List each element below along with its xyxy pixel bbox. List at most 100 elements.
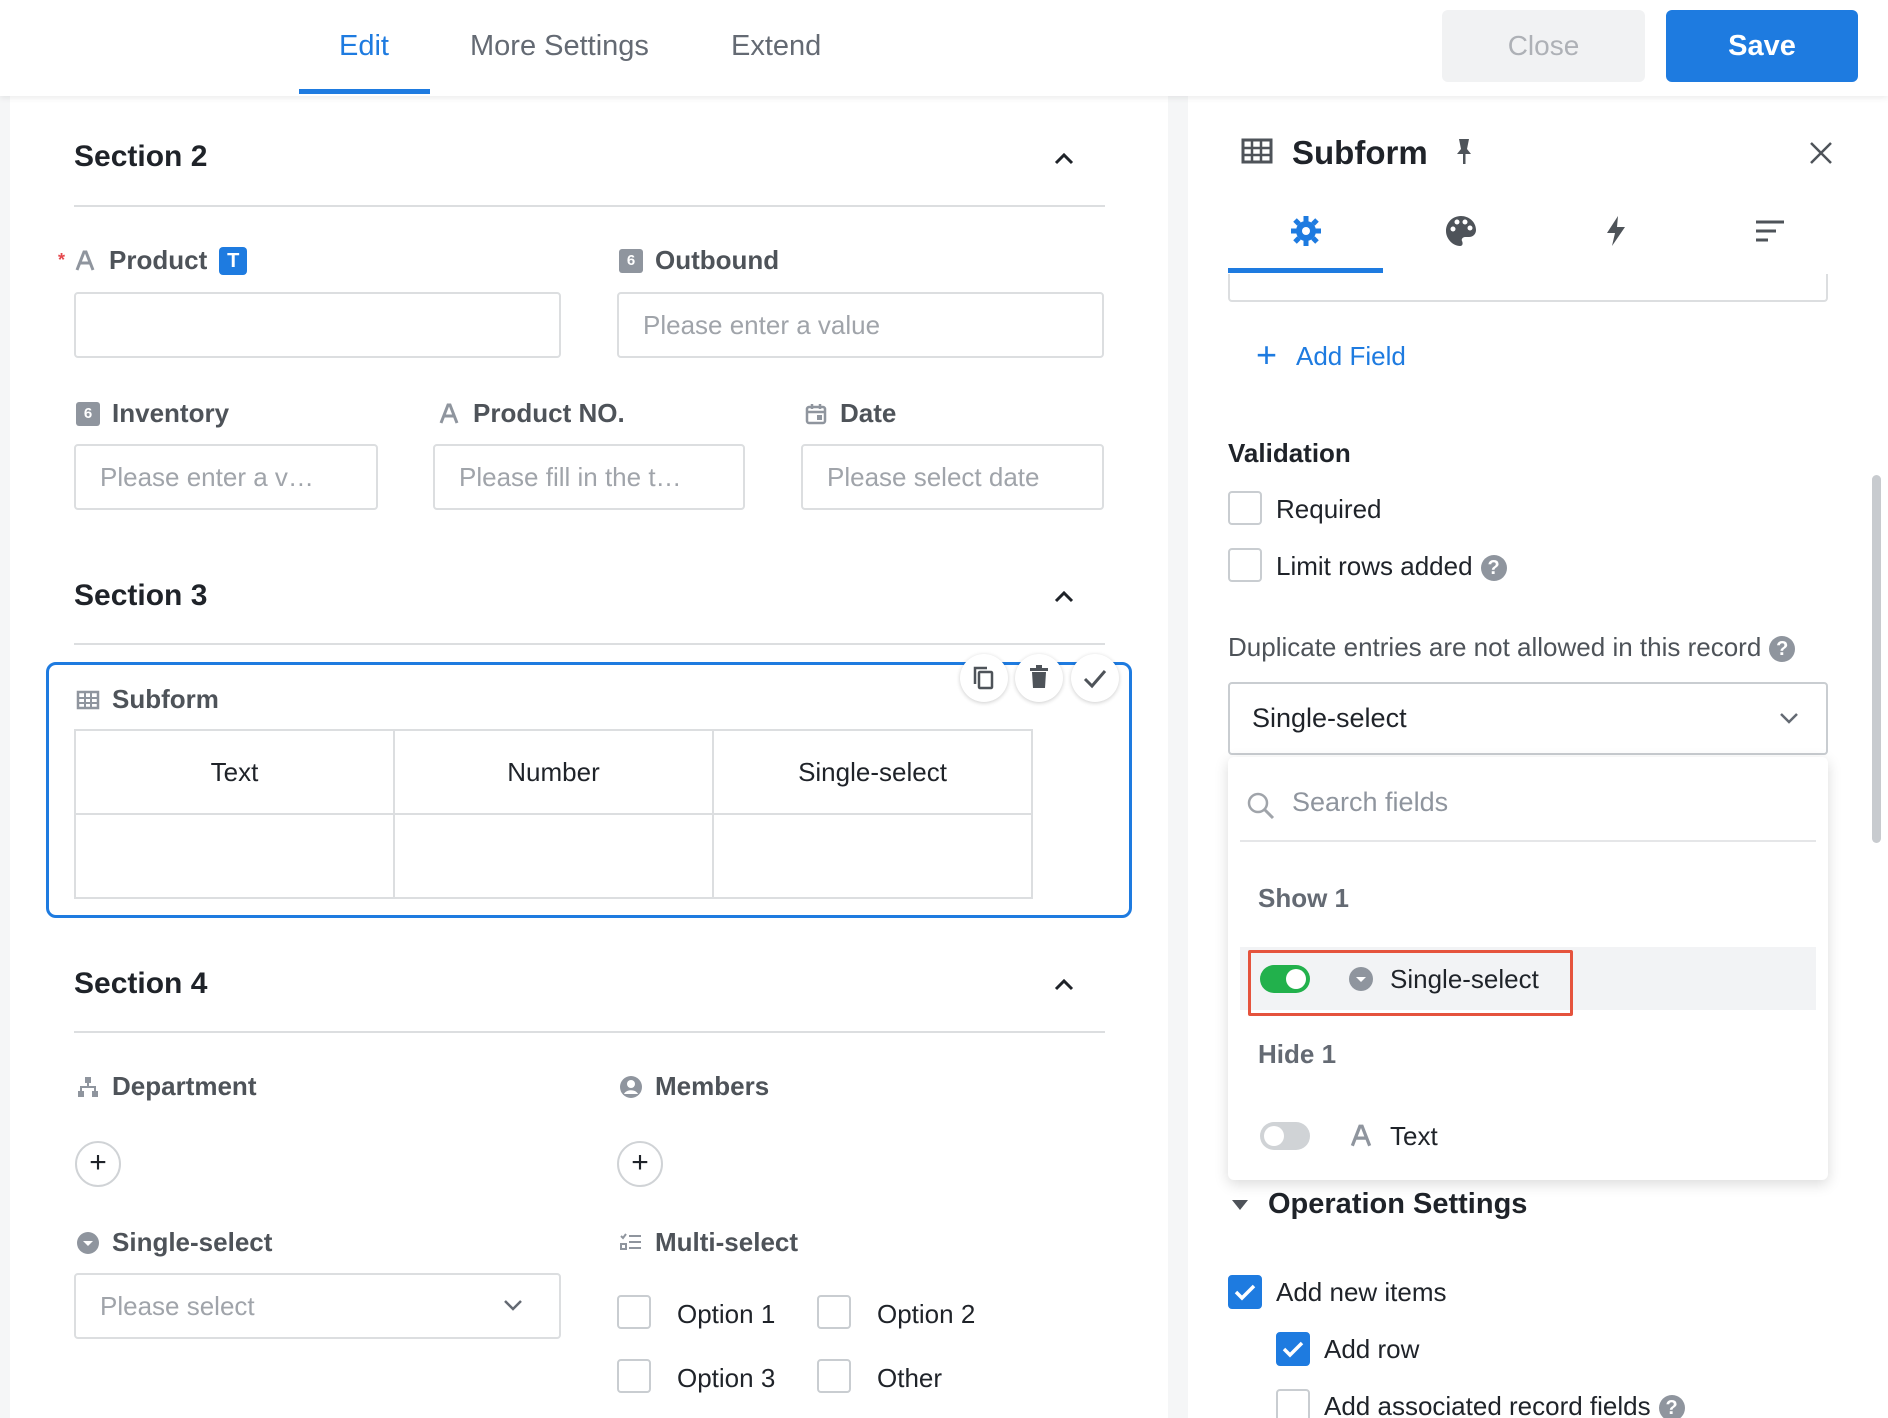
tab-edit[interactable]: Edit <box>339 0 389 96</box>
add-member-button[interactable]: + <box>617 1141 663 1187</box>
sort-lines-icon[interactable] <box>1754 218 1786 244</box>
hide-toggle-text[interactable] <box>1260 1122 1310 1150</box>
table-icon <box>76 690 100 709</box>
option-2-label: Option 2 <box>877 1299 976 1329</box>
help-icon[interactable]: ? <box>1769 636 1796 663</box>
subform-label: Subform <box>112 684 219 714</box>
checklist-icon <box>620 1232 641 1250</box>
option-3-label: Option 3 <box>677 1363 776 1393</box>
section-2-divider <box>74 205 1105 207</box>
pin-icon[interactable] <box>1452 136 1476 168</box>
product-no-field-label: Product NO. <box>437 398 625 429</box>
text-field-icon <box>439 403 459 424</box>
operation-settings-title[interactable]: Operation Settings <box>1268 1188 1527 1221</box>
department-label: Department <box>112 1071 257 1101</box>
check-icon <box>1282 1341 1304 1358</box>
confirm-button[interactable] <box>1071 654 1119 702</box>
column-header-single-select[interactable]: Single-select <box>712 729 1033 815</box>
duplicate-field-dropdown[interactable]: Single-select <box>1228 682 1828 755</box>
single-select-icon <box>77 1231 99 1254</box>
required-checkbox[interactable] <box>1228 491 1262 525</box>
show-group-header: Show 1 <box>1258 883 1350 913</box>
number-field-icon: 6 <box>76 401 100 426</box>
table-row <box>74 813 1033 899</box>
product-no-input[interactable]: Please fill in the t… <box>433 444 745 510</box>
table-icon <box>1241 138 1273 164</box>
delete-button[interactable] <box>1015 654 1063 702</box>
limit-rows-label: Limit rows added? <box>1276 551 1507 582</box>
chevron-down-icon <box>504 1300 522 1311</box>
copy-button[interactable] <box>960 654 1008 702</box>
limit-rows-checkbox[interactable] <box>1228 548 1262 582</box>
chevron-up-icon[interactable] <box>1053 974 1075 996</box>
help-icon[interactable]: ? <box>1480 555 1507 582</box>
subform-field-label: Subform <box>76 684 219 715</box>
table-cell[interactable] <box>74 813 395 899</box>
single-select-label: Single-select <box>112 1227 273 1257</box>
panel-scrollbar[interactable] <box>1872 475 1881 843</box>
date-field-label: Date <box>804 398 896 429</box>
close-icon[interactable] <box>1808 140 1834 166</box>
option-3-checkbox[interactable] <box>617 1359 651 1393</box>
outbound-input[interactable]: Please enter a value <box>617 292 1104 358</box>
search-divider <box>1240 840 1816 842</box>
product-input[interactable] <box>74 292 561 358</box>
column-header-text[interactable]: Text <box>74 729 395 815</box>
gear-icon[interactable] <box>1289 214 1323 248</box>
single-select-input[interactable]: Please select <box>74 1273 561 1339</box>
lightning-icon[interactable] <box>1603 214 1629 248</box>
table-cell[interactable] <box>712 813 1033 899</box>
check-icon <box>1083 670 1107 689</box>
chevron-up-icon[interactable] <box>1053 586 1075 608</box>
tab-more-settings[interactable]: More Settings <box>470 0 649 96</box>
add-department-button[interactable]: + <box>75 1141 121 1187</box>
section-2-title: Section 2 <box>74 140 208 173</box>
hide-item-label: Text <box>1390 1121 1438 1151</box>
option-1-checkbox[interactable] <box>617 1295 651 1329</box>
save-button[interactable]: Save <box>1666 10 1858 82</box>
inventory-input[interactable]: Please enter a v… <box>74 444 378 510</box>
user-circle-icon <box>620 1075 642 1098</box>
table-header-row: Text Number Single-select <box>74 729 1033 815</box>
product-field-label: * Product T <box>58 245 248 276</box>
required-asterisk: * <box>58 250 66 270</box>
members-label: Members <box>655 1071 770 1101</box>
multi-select-label: Multi-select <box>655 1227 799 1257</box>
caret-down-icon[interactable] <box>1230 1197 1250 1213</box>
tab-extend[interactable]: Extend <box>731 0 821 96</box>
chevron-up-icon[interactable] <box>1053 148 1075 170</box>
hide-group-header: Hide 1 <box>1258 1039 1337 1069</box>
add-new-items-label: Add new items <box>1276 1277 1447 1307</box>
text-badge: T <box>219 246 248 275</box>
close-button[interactable]: Close <box>1442 10 1645 82</box>
other-checkbox[interactable] <box>817 1359 851 1393</box>
add-row-label: Add row <box>1324 1334 1420 1364</box>
option-2-checkbox[interactable] <box>817 1295 851 1329</box>
required-label: Required <box>1276 494 1382 524</box>
text-field-icon <box>75 250 95 271</box>
show-toggle-single-select[interactable] <box>1260 965 1310 993</box>
add-row-checkbox[interactable] <box>1276 1332 1310 1366</box>
active-panel-tab-indicator <box>1228 268 1383 273</box>
other-label: Other <box>877 1363 943 1393</box>
single-select-field-label: Single-select <box>76 1227 272 1258</box>
product-label: Product <box>109 245 208 275</box>
field-row-partial <box>1228 274 1828 302</box>
multi-select-field-label: Multi-select <box>619 1227 798 1258</box>
trash-icon <box>1030 665 1048 688</box>
table-cell[interactable] <box>393 813 714 899</box>
palette-icon[interactable] <box>1444 214 1478 248</box>
check-icon <box>1234 1284 1256 1301</box>
show-item-label: Single-select <box>1390 964 1539 994</box>
date-input[interactable]: Please select date <box>801 444 1104 510</box>
add-associated-checkbox[interactable] <box>1276 1389 1310 1418</box>
add-field-button[interactable]: Add Field <box>1296 341 1406 372</box>
help-icon[interactable]: ? <box>1658 1395 1685 1418</box>
column-header-number[interactable]: Number <box>393 729 714 815</box>
add-new-items-checkbox[interactable] <box>1228 1275 1262 1309</box>
limit-rows-text: Limit rows added <box>1276 551 1473 581</box>
option-1-label: Option 1 <box>677 1299 776 1329</box>
search-fields-input[interactable]: Search fields <box>1292 787 1448 818</box>
date-label: Date <box>840 398 897 428</box>
panel-title: Subform <box>1292 134 1428 171</box>
